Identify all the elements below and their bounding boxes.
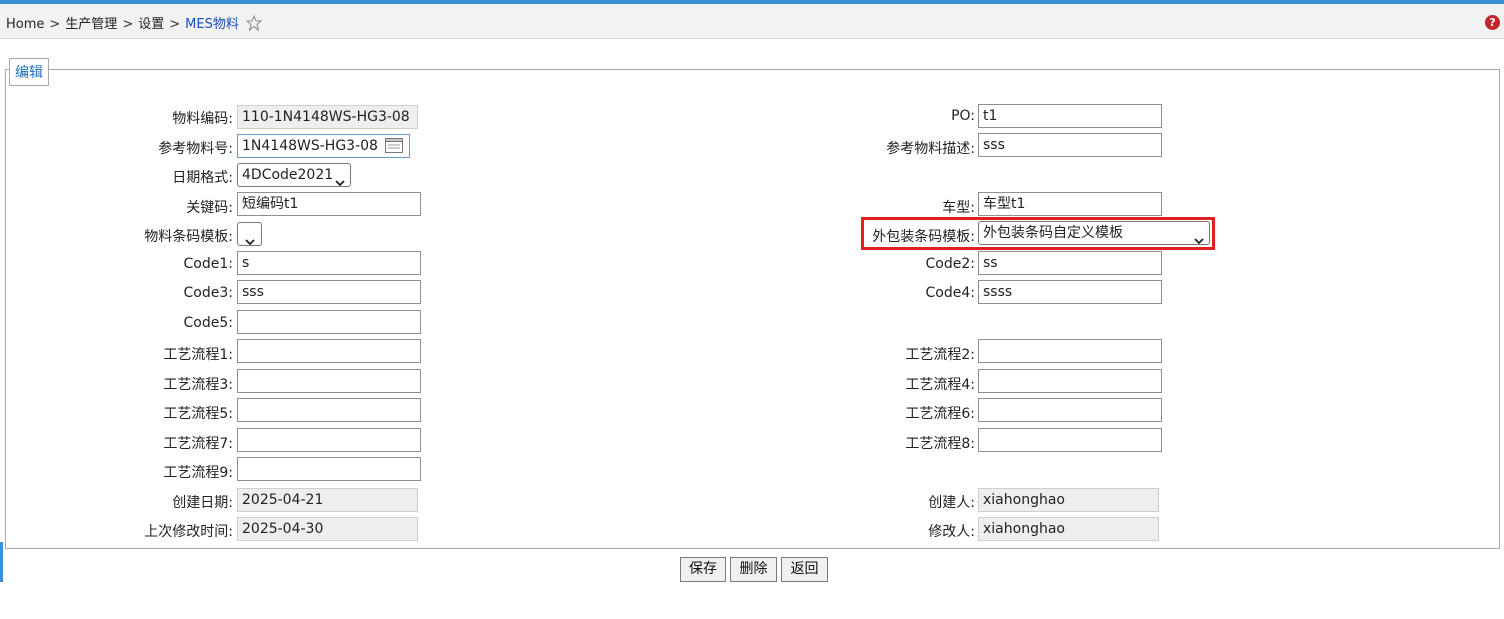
outer-barcode-template-value: 外包装条码自定义模板: [983, 225, 1123, 241]
modifier-field: xiahonghao: [978, 517, 1159, 541]
back-button[interactable]: 返回: [781, 557, 828, 582]
date-format-select[interactable]: 4DCode2021: [237, 163, 351, 187]
process6-label: 工艺流程6:: [905, 406, 975, 422]
code4-input[interactable]: ssss: [978, 280, 1162, 304]
date-format-value: 4DCode2021: [242, 167, 334, 183]
fieldset-legend: 编辑: [9, 58, 49, 86]
code2-input[interactable]: ss: [978, 251, 1162, 275]
outer-barcode-template-select[interactable]: 外包装条码自定义模板: [978, 221, 1210, 245]
save-button[interactable]: 保存: [680, 557, 726, 582]
delete-button[interactable]: 删除: [730, 557, 777, 582]
car-model-label: 车型:: [942, 200, 975, 216]
po-label: PO:: [951, 108, 975, 124]
process6-input[interactable]: [978, 398, 1162, 422]
process4-label: 工艺流程4:: [905, 377, 975, 393]
chevron-down-icon: [335, 172, 345, 186]
breadcrumb-separator: >: [169, 17, 181, 32]
process2-input[interactable]: [978, 339, 1162, 363]
process9-input[interactable]: [237, 457, 421, 481]
creator-field: xiahonghao: [978, 488, 1159, 512]
modifier-label: 修改人:: [928, 524, 975, 540]
creator-label: 创建人:: [928, 495, 975, 511]
process4-input[interactable]: [978, 369, 1162, 393]
breadcrumb-separator: >: [122, 17, 134, 32]
breadcrumb-bar: Home > 生产管理 > 设置 > MES物料 ?: [0, 4, 1504, 39]
process9-label: 工艺流程9:: [163, 465, 233, 481]
process2-label: 工艺流程2:: [905, 347, 975, 363]
code5-label: Code5:: [183, 315, 233, 331]
process8-label: 工艺流程8:: [905, 436, 975, 452]
code5-input[interactable]: [237, 310, 421, 334]
help-icon[interactable]: ?: [1485, 15, 1500, 30]
po-input[interactable]: t1: [978, 104, 1162, 128]
chevron-down-icon: [1194, 230, 1204, 244]
favorite-star-icon[interactable]: [245, 14, 263, 35]
process8-input[interactable]: [978, 428, 1162, 452]
breadcrumb-current: MES物料: [185, 17, 239, 32]
code2-label: Code2:: [925, 256, 975, 272]
left-accent-bar: [0, 542, 3, 582]
breadcrumb: Home > 生产管理 > 设置 > MES物料: [6, 13, 263, 35]
ref-material-desc-label: 参考物料描述:: [886, 141, 975, 157]
ref-material-desc-input[interactable]: sss: [978, 133, 1162, 157]
outer-barcode-template-label: 外包装条码模板:: [872, 229, 975, 245]
breadcrumb-production-management[interactable]: 生产管理: [65, 13, 117, 32]
car-model-input[interactable]: 车型t1: [978, 192, 1162, 216]
breadcrumb-home[interactable]: Home: [6, 17, 44, 32]
date-format-label: 日期格式:: [172, 170, 233, 186]
breadcrumb-separator: >: [49, 17, 61, 32]
breadcrumb-settings[interactable]: 设置: [138, 13, 164, 32]
code4-label: Code4:: [925, 285, 975, 301]
